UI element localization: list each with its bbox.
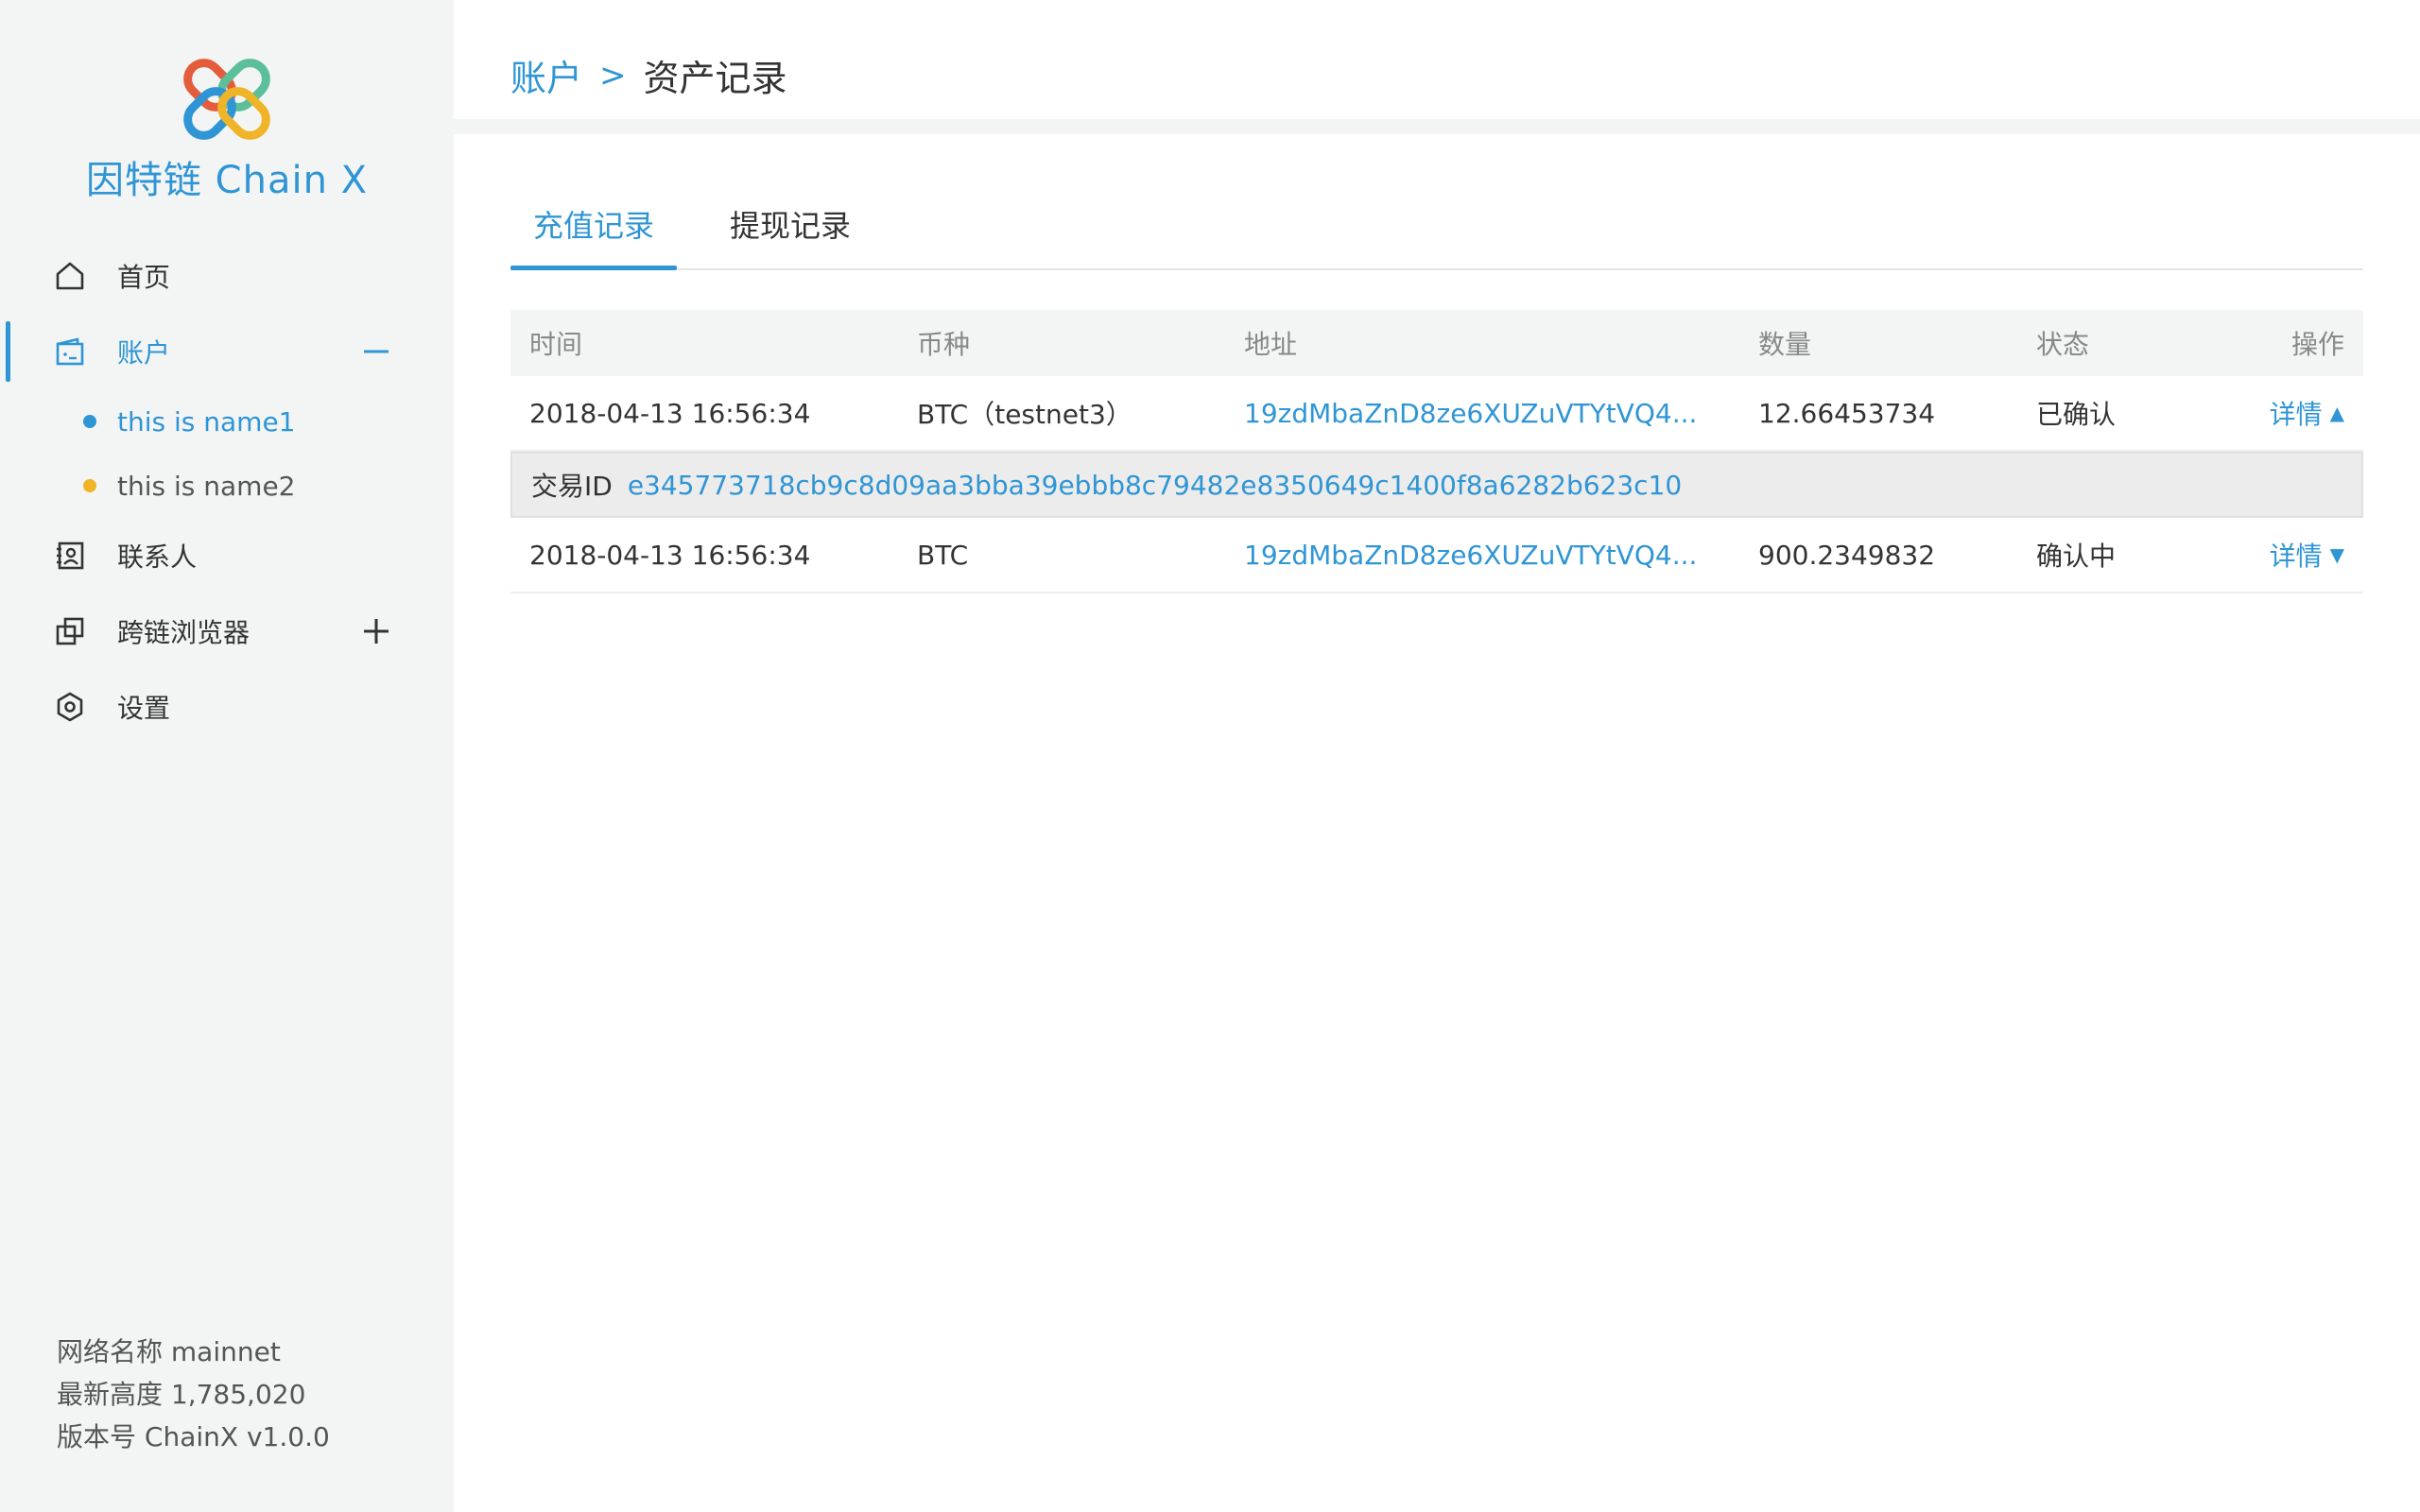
details-label: 详情 — [2269, 399, 2323, 430]
account-label: this is name1 — [117, 405, 296, 438]
sidebar-nav: 首页 账户 this is name1 this is name2 联系人 跨链… — [0, 238, 454, 745]
cell-amount: 12.66453734 — [1758, 397, 1936, 429]
network-info: 网络名称 mainnet 最新高度 1,785,020 版本号 ChainX v… — [57, 1331, 330, 1458]
column-header-time: 时间 — [529, 329, 583, 360]
sidebar-item-cross-chain[interactable]: 跨链浏览器 — [0, 593, 454, 669]
txid-link[interactable]: e345773718cb9c8d09aa3bba39ebbb8c79482e83… — [628, 470, 1682, 501]
column-header-amount: 数量 — [1758, 329, 1812, 360]
account-item-name2[interactable]: this is name2 — [0, 454, 454, 518]
sidebar-item-label: 账户 — [117, 337, 171, 369]
wallet-icon — [53, 335, 87, 369]
app-version: 版本号 ChainX v1.0.0 — [57, 1421, 330, 1452]
sidebar-item-account[interactable]: 账户 — [0, 314, 454, 389]
table-row: 2018-04-13 16:56:34 BTC（testnet3） 19zdMb… — [510, 376, 2363, 452]
account-label: this is name2 — [117, 470, 296, 502]
caret-down-icon: ▼ — [2329, 543, 2344, 566]
breadcrumb-account-link[interactable]: 账户 — [510, 49, 582, 101]
tab-withdrawal-records[interactable]: 提现记录 — [707, 189, 873, 268]
sidebar-item-label: 跨链浏览器 — [117, 617, 251, 648]
network-name: 网络名称 mainnet — [57, 1336, 281, 1367]
details-toggle-button[interactable]: 详情 ▼ — [2270, 518, 2344, 592]
column-header-coin: 币种 — [917, 329, 971, 360]
sidebar-item-settings[interactable]: 设置 — [0, 669, 454, 745]
cell-amount: 900.2349832 — [1758, 539, 1936, 571]
details-label: 详情 — [2269, 541, 2323, 572]
status-text: 确认中 — [2036, 541, 2117, 572]
logo: 因特链 Chain X — [0, 49, 454, 204]
cell-coin: BTC（testnet3） — [917, 399, 1132, 430]
sidebar-item-label: 联系人 — [117, 541, 198, 573]
column-header-action: 操作 — [2290, 329, 2344, 360]
breadcrumb-separator: > — [599, 56, 627, 94]
settings-icon — [53, 690, 87, 724]
account-dot — [83, 415, 96, 428]
txid-label: 交易ID — [531, 471, 613, 502]
details-toggle-button[interactable]: 详情 ▲ — [2270, 376, 2344, 450]
account-dot — [83, 479, 96, 492]
table-row: 2018-04-13 16:56:34 BTC 19zdMbaZnD8ze6XU… — [510, 518, 2363, 593]
chainx-logo-icon — [183, 59, 270, 140]
account-item-name1[interactable]: this is name1 — [0, 389, 454, 454]
caret-up-icon: ▲ — [2329, 402, 2344, 424]
column-header-address: 地址 — [1244, 329, 1298, 360]
transaction-id-row: 交易ID e345773718cb9c8d09aa3bba39ebbb8c794… — [510, 452, 2363, 518]
expand-plus-icon[interactable] — [359, 614, 393, 648]
cell-time: 2018-04-13 16:56:34 — [529, 539, 811, 571]
cell-time: 2018-04-13 16:56:34 — [529, 397, 811, 429]
sidebar: 因特链 Chain X 首页 账户 this is name1 this is … — [0, 0, 454, 1512]
sidebar-item-contacts[interactable]: 联系人 — [0, 518, 454, 593]
sidebar-item-label: 首页 — [117, 262, 171, 293]
home-icon — [53, 259, 87, 293]
address-link[interactable]: 19zdMbaZnD8ze6XUZuVTYtVQ4... — [1244, 376, 1697, 450]
network-height: 最新高度 1,785,020 — [57, 1379, 306, 1410]
cell-coin: BTC — [917, 539, 969, 571]
sidebar-item-home[interactable]: 首页 — [0, 238, 454, 314]
logo-text: 因特链 Chain X — [85, 159, 369, 202]
collapse-minus-icon[interactable] — [359, 335, 393, 369]
page-title: 资产记录 — [643, 58, 787, 99]
table-header: 时间 币种 地址 数量 状态 操作 — [510, 310, 2363, 376]
cross-chain-icon — [53, 614, 87, 648]
breadcrumb: 账户 > 资产记录 — [510, 49, 787, 101]
sidebar-item-label: 设置 — [117, 693, 171, 724]
records-table: 时间 币种 地址 数量 状态 操作 2018-04-13 16:56:34 BT… — [510, 310, 2363, 593]
contacts-icon — [53, 539, 87, 573]
tab-deposit-records[interactable]: 充值记录 — [510, 189, 678, 270]
status-text: 已确认 — [2036, 399, 2117, 430]
record-tabs: 充值记录 提现记录 — [510, 189, 2363, 270]
page-header: 账户 > 资产记录 — [454, 0, 2420, 134]
column-header-status: 状态 — [2036, 329, 2090, 360]
address-link[interactable]: 19zdMbaZnD8ze6XUZuVTYtVQ4... — [1244, 518, 1697, 592]
